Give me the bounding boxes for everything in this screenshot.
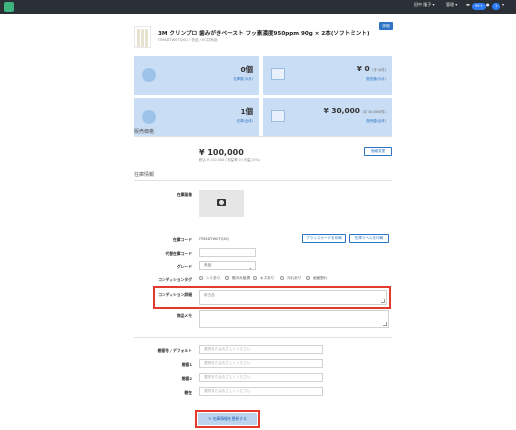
condition-tag-text: 汚れあり xyxy=(287,276,302,280)
price-detail: 税込 ¥ 110,000 / 利益率 0 / 利益 (0%) xyxy=(199,158,261,162)
grade-value: 未品 xyxy=(204,263,212,267)
top-navigation-bar: 田中 隆子 ▾ 管理 ▾ ▬ 99+ ● 1 ▾ xyxy=(0,0,516,14)
divider xyxy=(134,180,392,181)
stat-value: ¥ 0 (平 0/件) xyxy=(357,64,386,73)
update-inventory-button[interactable]: ✎ 在庫情報を更新する xyxy=(198,413,257,425)
admin-menu[interactable]: 管理 ▾ xyxy=(446,2,457,8)
product-title: 3M クリンプロ 歯みがきペースト フッ素濃度950ppm 90g × 2本(ソ… xyxy=(158,31,370,37)
note-textarea[interactable] xyxy=(199,310,389,328)
stat-value: ¥ 30,000 (平 30,000/件) xyxy=(324,106,386,115)
condition-tag-option[interactable]: 汚れあり xyxy=(280,276,301,281)
resize-handle[interactable] xyxy=(383,322,387,326)
shelf3-input[interactable]: 選択またはおさしくください xyxy=(199,387,323,396)
condition-detail-label: コンディション詳細 xyxy=(158,292,192,297)
change-price-button[interactable]: 価格変更 xyxy=(364,147,392,156)
condition-tag-option[interactable]: 画面割れ xyxy=(306,276,327,281)
stat-value: 0個 xyxy=(240,65,253,74)
price-amount: ¥ 100,000 xyxy=(199,148,244,157)
condition-tag-text: キズあり xyxy=(260,276,275,280)
stat-value-main: ¥ 30,000 xyxy=(323,106,360,115)
condition-detail-value: 新古品 xyxy=(204,293,215,297)
code-value: ITM4DTW0TQXQ xyxy=(199,237,229,241)
condition-tag-option[interactable]: シミあり xyxy=(199,276,220,281)
stat-label: 在庫(全体) xyxy=(236,119,253,123)
print-price-card-button[interactable]: プライスカードを印刷 xyxy=(302,234,346,243)
chevron-down-icon: ⌄ xyxy=(248,265,252,270)
stat-label: 販売額(今月) xyxy=(366,77,386,81)
bell-icon[interactable]: ● xyxy=(486,2,490,7)
grade-label: グレード xyxy=(176,264,192,269)
inventory-section-title: 在庫情報 xyxy=(134,172,155,178)
calendar-icon xyxy=(271,68,285,80)
grade-select[interactable]: 未品 ⌄ xyxy=(199,261,256,270)
condition-tag-label: コンディションタグ xyxy=(158,277,192,282)
product-image xyxy=(134,26,151,48)
detail-button[interactable]: 詳細 xyxy=(379,22,393,30)
shelf2-input[interactable]: 選択またはおさしくください xyxy=(199,373,323,382)
shelf3-label: 棚在 xyxy=(184,390,192,395)
condition-tag-text: シミあり xyxy=(206,276,221,280)
divider xyxy=(134,136,392,137)
code-label: 在庫コード xyxy=(173,237,192,242)
stat-card-sales-total: ¥ 30,000 (平 30,000/件) 販売額(全体) xyxy=(263,98,392,137)
condition-tag-text: 箱汚れ破損 xyxy=(232,276,250,280)
calendar-icon xyxy=(271,110,285,122)
stat-value-small: (平 30,000/件) xyxy=(362,110,386,114)
user-menu[interactable]: 田中 隆子 ▾ xyxy=(414,2,435,8)
app-logo-icon[interactable] xyxy=(4,2,14,12)
condition-tag-option[interactable]: キズあり xyxy=(253,276,274,281)
stat-card-sales-month: ¥ 0 (平 0/件) 販売額(今月) xyxy=(263,56,392,95)
image-label: 在庫画像 xyxy=(176,192,192,197)
alert-badge: 1 xyxy=(492,3,501,10)
shelf2-label: 棚番2 xyxy=(181,376,192,381)
camera-icon xyxy=(217,199,226,206)
divider xyxy=(134,337,392,338)
stat-label: 販売額(全体) xyxy=(366,119,386,123)
image-upload[interactable] xyxy=(199,190,244,217)
product-subtitle: ITM4DTW0TQXQ / 衣品 / EC共有品 xyxy=(158,38,218,42)
condition-tag-text: 画面割れ xyxy=(313,276,328,280)
admin-menu-label: 管理 xyxy=(446,2,454,7)
shelf-default-input[interactable]: 選択またはおさしくください xyxy=(199,345,323,354)
stat-value: 1個 xyxy=(240,107,253,116)
stat-card-stock-month: 0個 在庫数(今月) xyxy=(134,56,259,95)
condition-detail-textarea[interactable]: 新古品 xyxy=(199,290,387,305)
coins-icon xyxy=(142,68,156,82)
stat-value-small: (平 0/件) xyxy=(372,68,386,72)
submit-label: 在庫情報を更新する xyxy=(212,416,247,421)
coins-icon xyxy=(142,110,156,124)
resize-handle[interactable] xyxy=(381,299,385,303)
stat-label: 在庫数(今月) xyxy=(233,77,253,81)
user-name: 田中 隆子 xyxy=(414,2,432,7)
shelf1-label: 棚番1 xyxy=(181,362,192,367)
chevron-down-icon[interactable]: ▾ xyxy=(502,2,504,7)
print-label-button[interactable]: 在庫ラベルを印刷 xyxy=(349,234,389,243)
shelf-default-label: 棚番号 / デフォルト xyxy=(157,348,192,353)
condition-tag-option[interactable]: 箱汚れ破損 xyxy=(225,276,250,281)
alt-code-label: 代替在庫コード xyxy=(165,251,192,256)
shelf1-input[interactable]: 選択またはおさしくください xyxy=(199,359,323,368)
alt-code-input[interactable] xyxy=(199,248,256,257)
stat-value-main: ¥ 0 xyxy=(356,64,370,73)
price-section-title: 販売価格 xyxy=(134,129,155,135)
message-icon[interactable]: ▬ xyxy=(466,2,470,7)
note-label: 商品メモ xyxy=(176,313,192,318)
notification-badge: 99+ xyxy=(472,3,486,10)
